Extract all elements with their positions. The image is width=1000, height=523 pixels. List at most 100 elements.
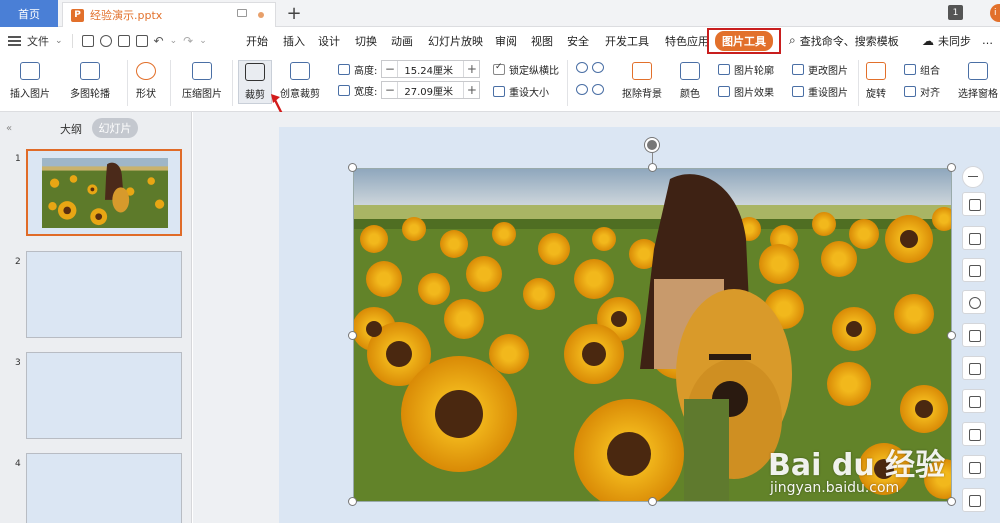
align-icon (904, 86, 916, 97)
height-stepper[interactable]: − 15.24厘米 + (381, 60, 481, 78)
slide-thumbnail-4[interactable] (26, 453, 182, 523)
zoom-tool-button[interactable] (962, 290, 986, 314)
file-menu[interactable]: 文件 (27, 33, 49, 49)
picture-effect-button[interactable]: 图片效果 (718, 84, 774, 99)
resize-handle[interactable] (947, 163, 956, 172)
translate-tool-button[interactable] (962, 422, 986, 446)
rotate-button[interactable]: 旋转 (866, 62, 886, 100)
sunflower-photo (354, 169, 951, 501)
resize-handle[interactable] (348, 163, 357, 172)
collapse-panel-icon[interactable]: « (6, 123, 12, 134)
resize-handle[interactable] (947, 331, 956, 340)
menu-insert[interactable]: 插入 (283, 27, 305, 54)
enhance-tool-button[interactable] (962, 323, 986, 347)
home-tab[interactable]: 首页 (0, 0, 58, 27)
fill-tool-button[interactable] (962, 488, 986, 512)
preview-icon[interactable] (135, 34, 148, 47)
shape-button[interactable]: 形状 (136, 62, 156, 100)
undo-icon[interactable]: ↶ (154, 34, 164, 48)
zoom-out-button[interactable] (962, 166, 984, 188)
split-tool-button[interactable] (962, 258, 986, 282)
crop-button[interactable]: 裁剪 (238, 60, 272, 104)
menu-animation[interactable]: 动画 (391, 27, 413, 54)
menu-icon[interactable] (8, 35, 21, 46)
width-field[interactable]: 27.09厘米 (397, 82, 465, 98)
copy-tool-button[interactable] (962, 356, 986, 380)
reset-size-button[interactable]: 重设大小 (493, 84, 549, 99)
height-decrease-button[interactable]: − (382, 61, 397, 77)
monitor-icon[interactable] (237, 9, 247, 17)
menu-slideshow[interactable]: 幻灯片放映 (428, 27, 483, 54)
remove-bg-tool-button[interactable] (962, 226, 986, 250)
text-extract-tool-button[interactable] (962, 389, 986, 413)
group-button[interactable]: 组合 (904, 62, 940, 77)
contrast-down-icon[interactable] (592, 84, 604, 95)
width-decrease-button[interactable]: − (382, 82, 397, 98)
chevron-down-icon[interactable]: ⌄ (55, 36, 63, 46)
new-tab-button[interactable]: + (286, 2, 302, 24)
slide-thumbnail-1[interactable] (26, 149, 182, 236)
menu-start[interactable]: 开始 (246, 27, 268, 54)
menu-developer[interactable]: 开发工具 (605, 27, 649, 54)
avatar[interactable]: i (990, 4, 1000, 22)
color-button[interactable]: 颜色 (680, 62, 700, 100)
menu-security[interactable]: 安全 (567, 27, 589, 54)
window-count-badge[interactable]: 1 (948, 5, 963, 20)
resize-handle[interactable] (348, 497, 357, 506)
undo-dropdown-icon[interactable]: ⌄ (170, 36, 178, 46)
rotate-label: 旋转 (866, 89, 886, 100)
width-stepper[interactable]: − 27.09厘米 + (381, 81, 481, 99)
translate-tool-icon (969, 429, 981, 441)
sync-status[interactable]: ☁ 未同步 (922, 27, 971, 54)
selected-picture[interactable] (353, 168, 952, 502)
document-tab[interactable]: P 经验演示.pptx (62, 2, 276, 27)
compress-picture-button[interactable]: 压缩图片 (182, 62, 222, 100)
remove-background-button[interactable]: 抠除背景 (622, 62, 662, 100)
image-tool-button[interactable] (962, 455, 986, 479)
slide-number: 1 (15, 154, 21, 164)
slide-thumbnail-2[interactable] (26, 251, 182, 338)
picture-outline-button[interactable]: 图片轮廓 (718, 62, 774, 77)
align-button[interactable]: 对齐 (904, 84, 940, 99)
picture-tools-tab[interactable]: 图片工具 (707, 28, 781, 54)
rotate-handle-icon[interactable] (645, 138, 659, 152)
brightness-down-icon[interactable] (576, 84, 588, 95)
multi-outline-button[interactable]: 多图轮播 (70, 62, 110, 100)
print-icon[interactable] (117, 34, 130, 47)
reset-picture-button[interactable]: 重设图片 (792, 84, 848, 99)
lock-ratio-checkbox[interactable]: ✓ 锁定纵横比 (493, 62, 559, 77)
group-label: 组合 (920, 66, 940, 77)
height-increase-button[interactable]: + (464, 61, 479, 77)
resize-handle[interactable] (947, 497, 956, 506)
unsaved-dot-icon (258, 12, 264, 18)
save-icon[interactable] (81, 34, 94, 47)
contrast-buttons[interactable] (576, 84, 604, 95)
menu-design[interactable]: 设计 (318, 27, 340, 54)
enhance-tool-icon (969, 330, 981, 342)
resize-handle[interactable] (648, 163, 657, 172)
resize-handle[interactable] (348, 331, 357, 340)
selection-pane-button[interactable]: 选择窗格 (958, 62, 998, 100)
export-icon[interactable] (99, 34, 112, 47)
menu-review[interactable]: 审阅 (495, 27, 517, 54)
tab-outline[interactable]: 大纲 (60, 121, 82, 137)
height-field[interactable]: 15.24厘米 (397, 61, 465, 77)
tab-slides[interactable]: 幻灯片 (92, 118, 138, 138)
crop-tool-button[interactable] (962, 192, 986, 216)
reset-size-icon (493, 86, 505, 97)
menu-transition[interactable]: 切换 (355, 27, 377, 54)
share-button[interactable]: … (982, 27, 993, 54)
change-picture-button[interactable]: 更改图片 (792, 62, 848, 77)
more-icon[interactable]: ⌄ (199, 36, 207, 46)
search-commands[interactable]: ⌕ 查找命令、搜索模板 (789, 27, 899, 54)
menu-view[interactable]: 视图 (531, 27, 553, 54)
insert-picture-button[interactable]: 插入图片 (10, 62, 50, 100)
contrast-up-icon[interactable] (592, 62, 604, 73)
menu-features[interactable]: 特色应用 (665, 27, 709, 54)
width-increase-button[interactable]: + (464, 82, 479, 98)
redo-icon[interactable]: ↷ (183, 34, 193, 48)
resize-handle[interactable] (648, 497, 657, 506)
brightness-buttons[interactable] (576, 62, 604, 73)
slide-thumbnail-3[interactable] (26, 352, 182, 439)
brightness-up-icon[interactable] (576, 62, 588, 73)
